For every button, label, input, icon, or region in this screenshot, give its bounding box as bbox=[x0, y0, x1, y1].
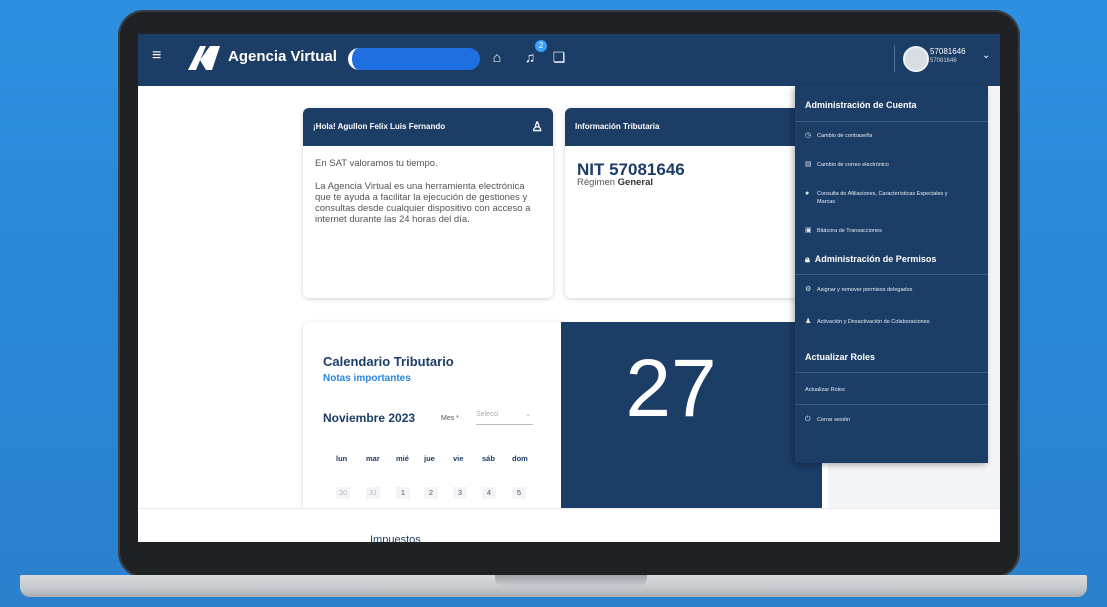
selected-day-panel: 27 bbox=[561, 322, 822, 508]
calendar-day[interactable]: 1 bbox=[396, 487, 410, 499]
section-update-roles: Actualizar Roles bbox=[805, 352, 876, 362]
chevron-down-icon: ⌄ bbox=[525, 411, 531, 418]
menu-divider bbox=[795, 121, 988, 122]
log-icon: ▣ bbox=[805, 227, 812, 234]
menu-divider bbox=[795, 404, 988, 405]
chat-icon[interactable]: ❏ bbox=[550, 48, 568, 66]
info-icon: ● bbox=[805, 190, 810, 197]
calendar-day[interactable]: 30 bbox=[336, 487, 350, 499]
selected-day-number: 27 bbox=[625, 343, 717, 434]
weekday-label: vie bbox=[453, 454, 464, 463]
menu-item-label: Cambio de contraseña bbox=[817, 133, 873, 139]
calendar-day[interactable]: 4 bbox=[482, 487, 496, 499]
email-icon: ▤ bbox=[805, 161, 812, 168]
regimen-label: Régimen bbox=[577, 177, 616, 188]
menu-item-label: Asignar y remover permisos delegados bbox=[817, 287, 913, 293]
weekday-label: dom bbox=[512, 454, 528, 463]
menu-item-permissions[interactable]: ⚙ Asignar y remover permisos delegados bbox=[805, 286, 912, 294]
section-permissions: 🔒︎ Administración de Permisos bbox=[805, 254, 936, 265]
menu-item-label: Actualizar Roles bbox=[805, 387, 845, 393]
bottom-strip bbox=[138, 508, 1000, 542]
menu-item-label: Cerrar sesión bbox=[817, 417, 851, 423]
tax-info-title: Información Tributaria bbox=[575, 122, 660, 131]
laptop-notch bbox=[495, 575, 647, 586]
menu-divider bbox=[795, 274, 988, 275]
weekday-label: jue bbox=[424, 454, 435, 463]
section-label: Administración de Permisos bbox=[814, 254, 937, 264]
section-account-admin: Administración de Cuenta bbox=[805, 100, 917, 110]
user-id[interactable]: 57081646 bbox=[930, 47, 966, 56]
notes-link[interactable]: Notas importantes bbox=[323, 373, 411, 384]
search-field-redacted[interactable] bbox=[348, 48, 480, 70]
user-subtitle: 57081646 bbox=[930, 58, 957, 64]
impuestos-label: Impuestos bbox=[370, 534, 421, 542]
nit-number: NIT 57081646 bbox=[577, 160, 685, 179]
calendar-day[interactable]: 5 bbox=[512, 487, 526, 499]
menu-item-label: Activación y Desactivación de Colaboraci… bbox=[817, 319, 930, 325]
weekday-label: lun bbox=[336, 454, 348, 463]
calendar-title: Calendario Tributario bbox=[323, 354, 454, 369]
tax-info-header: Información Tributaria bbox=[565, 108, 815, 146]
tax-info-body: NIT 57081646 Régimen General bbox=[565, 146, 815, 200]
lock-icon: 🔒︎ bbox=[805, 254, 810, 264]
users-icon: ♟ bbox=[805, 318, 812, 325]
tax-info-card: Información Tributaria NIT 57081646 Régi… bbox=[565, 108, 815, 298]
calendar-month: Noviembre 2023 bbox=[323, 411, 416, 425]
month-select-placeholder: Selecci bbox=[476, 411, 499, 418]
menu-item-logout[interactable]: ⏻ Cerrar sesión bbox=[805, 416, 850, 424]
greeting-card: ¡Hola! Agullon Felix Luis Fernando ♙ En … bbox=[303, 108, 553, 298]
chevron-down-icon[interactable]: ⌄ bbox=[982, 50, 990, 61]
weekday-label: mié bbox=[396, 454, 409, 463]
logout-icon: ⏻ bbox=[805, 416, 811, 423]
menu-divider bbox=[795, 372, 988, 373]
greeting-card-header: ¡Hola! Agullon Felix Luis Fernando ♙ bbox=[303, 108, 553, 146]
gear-icon: ⚙ bbox=[805, 286, 812, 293]
greeting-card-body: En SAT valoramos tu tiempo. La Agencia V… bbox=[303, 146, 553, 237]
month-select[interactable]: Selecci ⌄ bbox=[476, 406, 533, 425]
month-select-label: Mes * bbox=[441, 415, 459, 422]
top-bar: ≡ Agencia Virtual ⌂ ♫ 2 ❏ 57081646 57081… bbox=[138, 34, 1000, 86]
greeting-title: ¡Hola! Agullon Felix Luis Fernando bbox=[313, 122, 446, 131]
menu-item-label: Consulta de Afiliaciones, Característica… bbox=[817, 191, 948, 205]
calendar-day[interactable]: 2 bbox=[424, 487, 438, 499]
clock-icon: ◷ bbox=[805, 132, 812, 139]
calendar-day[interactable]: 3 bbox=[453, 487, 467, 499]
hamburger-icon[interactable]: ≡ bbox=[152, 48, 166, 64]
menu-item-password[interactable]: ◷ Cambio de contraseña bbox=[805, 132, 872, 140]
brand-name: Agencia Virtual bbox=[228, 48, 337, 65]
home-icon[interactable]: ⌂ bbox=[488, 48, 506, 66]
menu-item-label: Bitácora de Transacciones bbox=[817, 228, 882, 234]
menu-item-collaborations[interactable]: ♟ Activación y Desactivación de Colaborac… bbox=[805, 318, 930, 326]
regimen: Régimen General bbox=[577, 177, 803, 188]
menu-item-email[interactable]: ▤ Cambio de correo electrónico bbox=[805, 161, 889, 169]
regimen-value: General bbox=[617, 177, 654, 188]
menu-item-update-roles[interactable]: Actualizar Roles bbox=[805, 386, 845, 394]
calendar-day[interactable]: 31 bbox=[366, 487, 380, 499]
avatar[interactable] bbox=[903, 46, 929, 72]
menu-item-label: Cambio de correo electrónico bbox=[817, 162, 889, 168]
menu-item-transaction-log[interactable]: ▣ Bitácora de Transacciones bbox=[805, 227, 882, 235]
notification-badge: 2 bbox=[535, 40, 547, 52]
header-divider bbox=[894, 46, 895, 72]
agencia-logo-icon bbox=[188, 46, 220, 70]
account-dropdown-menu: Administración de Cuenta ◷ Cambio de cont… bbox=[795, 86, 988, 463]
screen: ≡ Agencia Virtual ⌂ ♫ 2 ❏ 57081646 57081… bbox=[138, 34, 1000, 542]
greeting-paragraph-2: La Agencia Virtual es una herramienta el… bbox=[315, 181, 531, 225]
person-icon: ♙ bbox=[531, 119, 543, 134]
greeting-paragraph-1: En SAT valoramos tu tiempo. bbox=[315, 158, 438, 169]
menu-item-affiliations[interactable]: ● Consulta de Afiliaciones, Característic… bbox=[805, 190, 975, 206]
weekday-label: sáb bbox=[482, 454, 495, 463]
weekday-label: mar bbox=[366, 454, 380, 463]
